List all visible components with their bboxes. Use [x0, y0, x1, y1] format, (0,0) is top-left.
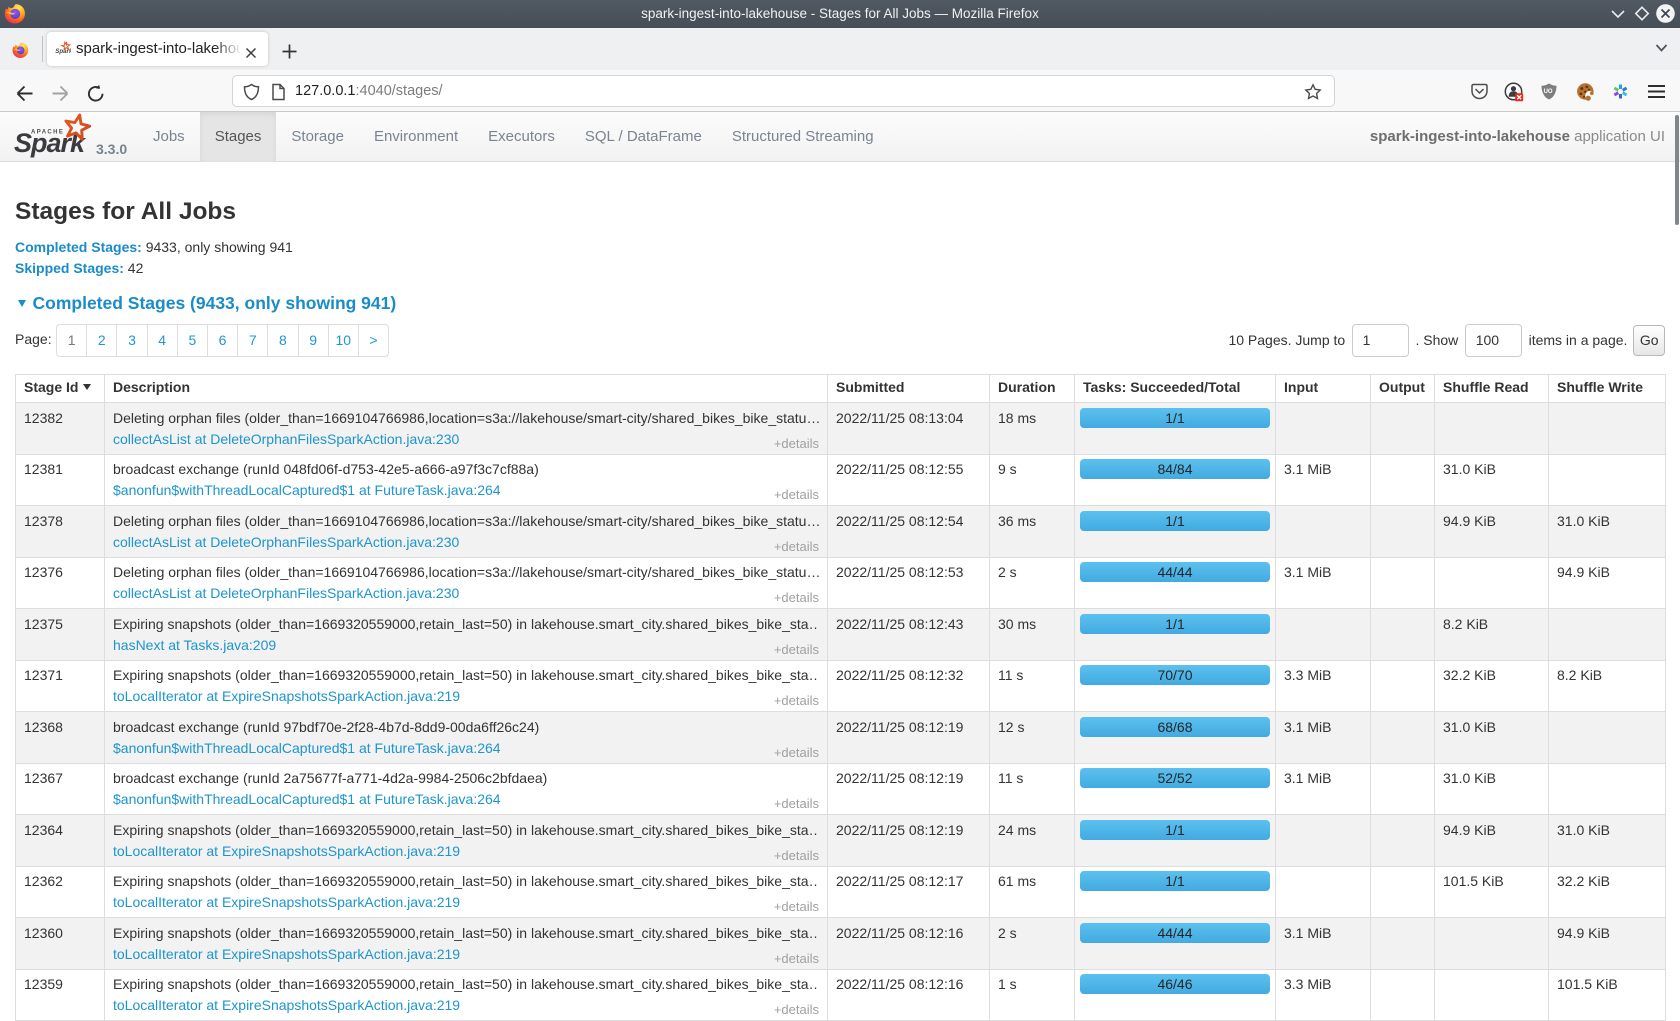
svg-text:UO: UO	[1544, 89, 1553, 95]
svg-text:Spark: Spark	[55, 48, 71, 55]
